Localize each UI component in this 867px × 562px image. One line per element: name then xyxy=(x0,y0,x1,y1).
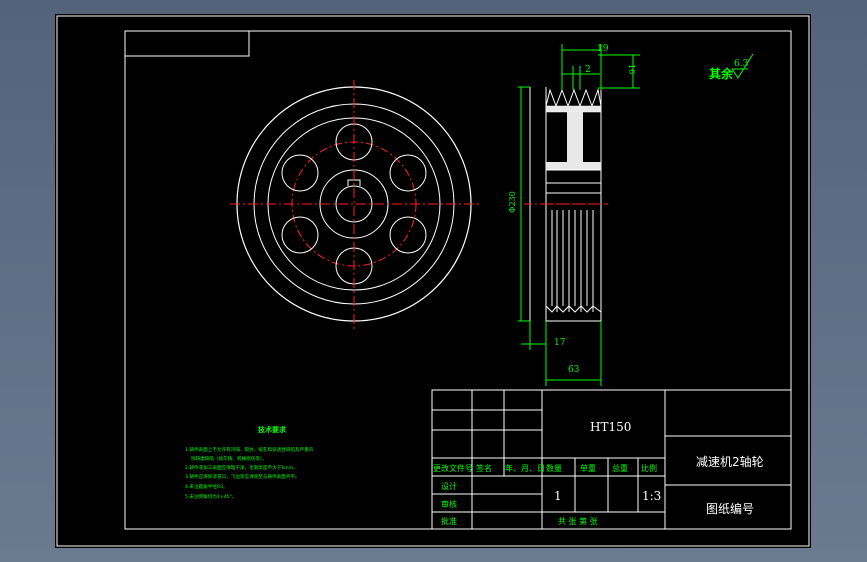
material-label: HT150 xyxy=(590,420,631,434)
scale-value: 1:3 xyxy=(642,489,661,503)
row-approve: 批准 xyxy=(441,516,457,526)
header-date: 年、月、日 xyxy=(505,463,545,473)
tech-req-line-2: 残缺类缺陷（如欠铸、机械损伤等）。 xyxy=(191,455,267,462)
hub-section-hatch-top xyxy=(546,162,601,170)
dim-63: 63 xyxy=(568,365,580,375)
dim-16: 16 xyxy=(627,64,636,74)
quantity-value: 1 xyxy=(554,489,562,503)
row-review: 审核 xyxy=(441,499,457,509)
drawing-number-label: 图纸编号 xyxy=(706,501,754,516)
tech-req-title: 技术要求 xyxy=(258,425,287,434)
header-signature: 签名 xyxy=(476,463,492,473)
tech-req-line-1: 1.铸件表面上不允许有冷隔、裂纹、缩孔和穿透性缺陷及严重的 xyxy=(185,446,314,453)
header-quantity: 数量 xyxy=(546,463,562,473)
drawing-canvas[interactable]: 19 2 16 Φ230 17 63 其余 6.3 技术要求 1.铸件表面上不允… xyxy=(0,0,867,562)
dim-19: 19 xyxy=(597,44,609,54)
tech-req-line-5: 4.未注圆角半径R3。 xyxy=(185,483,228,490)
header-change-doc: 更改文件号 xyxy=(433,463,473,473)
roughness-label: 其余 xyxy=(709,66,734,81)
header-scale: 比例 xyxy=(641,463,657,473)
tech-req-line-4: 3.铸件应清除浇冒口，飞边等应清除至与铸件表面齐平。 xyxy=(185,473,300,480)
cad-viewport[interactable]: 19 2 16 Φ230 17 63 其余 6.3 技术要求 1.铸件表面上不允… xyxy=(0,0,867,562)
header-total-weight: 总重 xyxy=(612,463,628,473)
header-unit-weight: 单重 xyxy=(580,463,596,473)
part-name: 减速机2轴轮 xyxy=(696,454,764,469)
dim-17: 17 xyxy=(554,338,566,348)
web-section-hatch xyxy=(567,112,583,162)
dim-2: 2 xyxy=(585,65,591,75)
tech-req-line-3: 2.铸件非加工表面应清理干净，毛刺高度不大于1mm。 xyxy=(185,464,298,471)
row-design: 设计 xyxy=(441,481,457,491)
dim-diameter: Φ230 xyxy=(508,191,517,213)
tech-req-line-6: 5.未注倒角均为1×45°。 xyxy=(185,493,236,500)
sheet-count-label: 共 张 第 张 xyxy=(558,516,598,526)
rim-section-hatch xyxy=(545,105,602,113)
